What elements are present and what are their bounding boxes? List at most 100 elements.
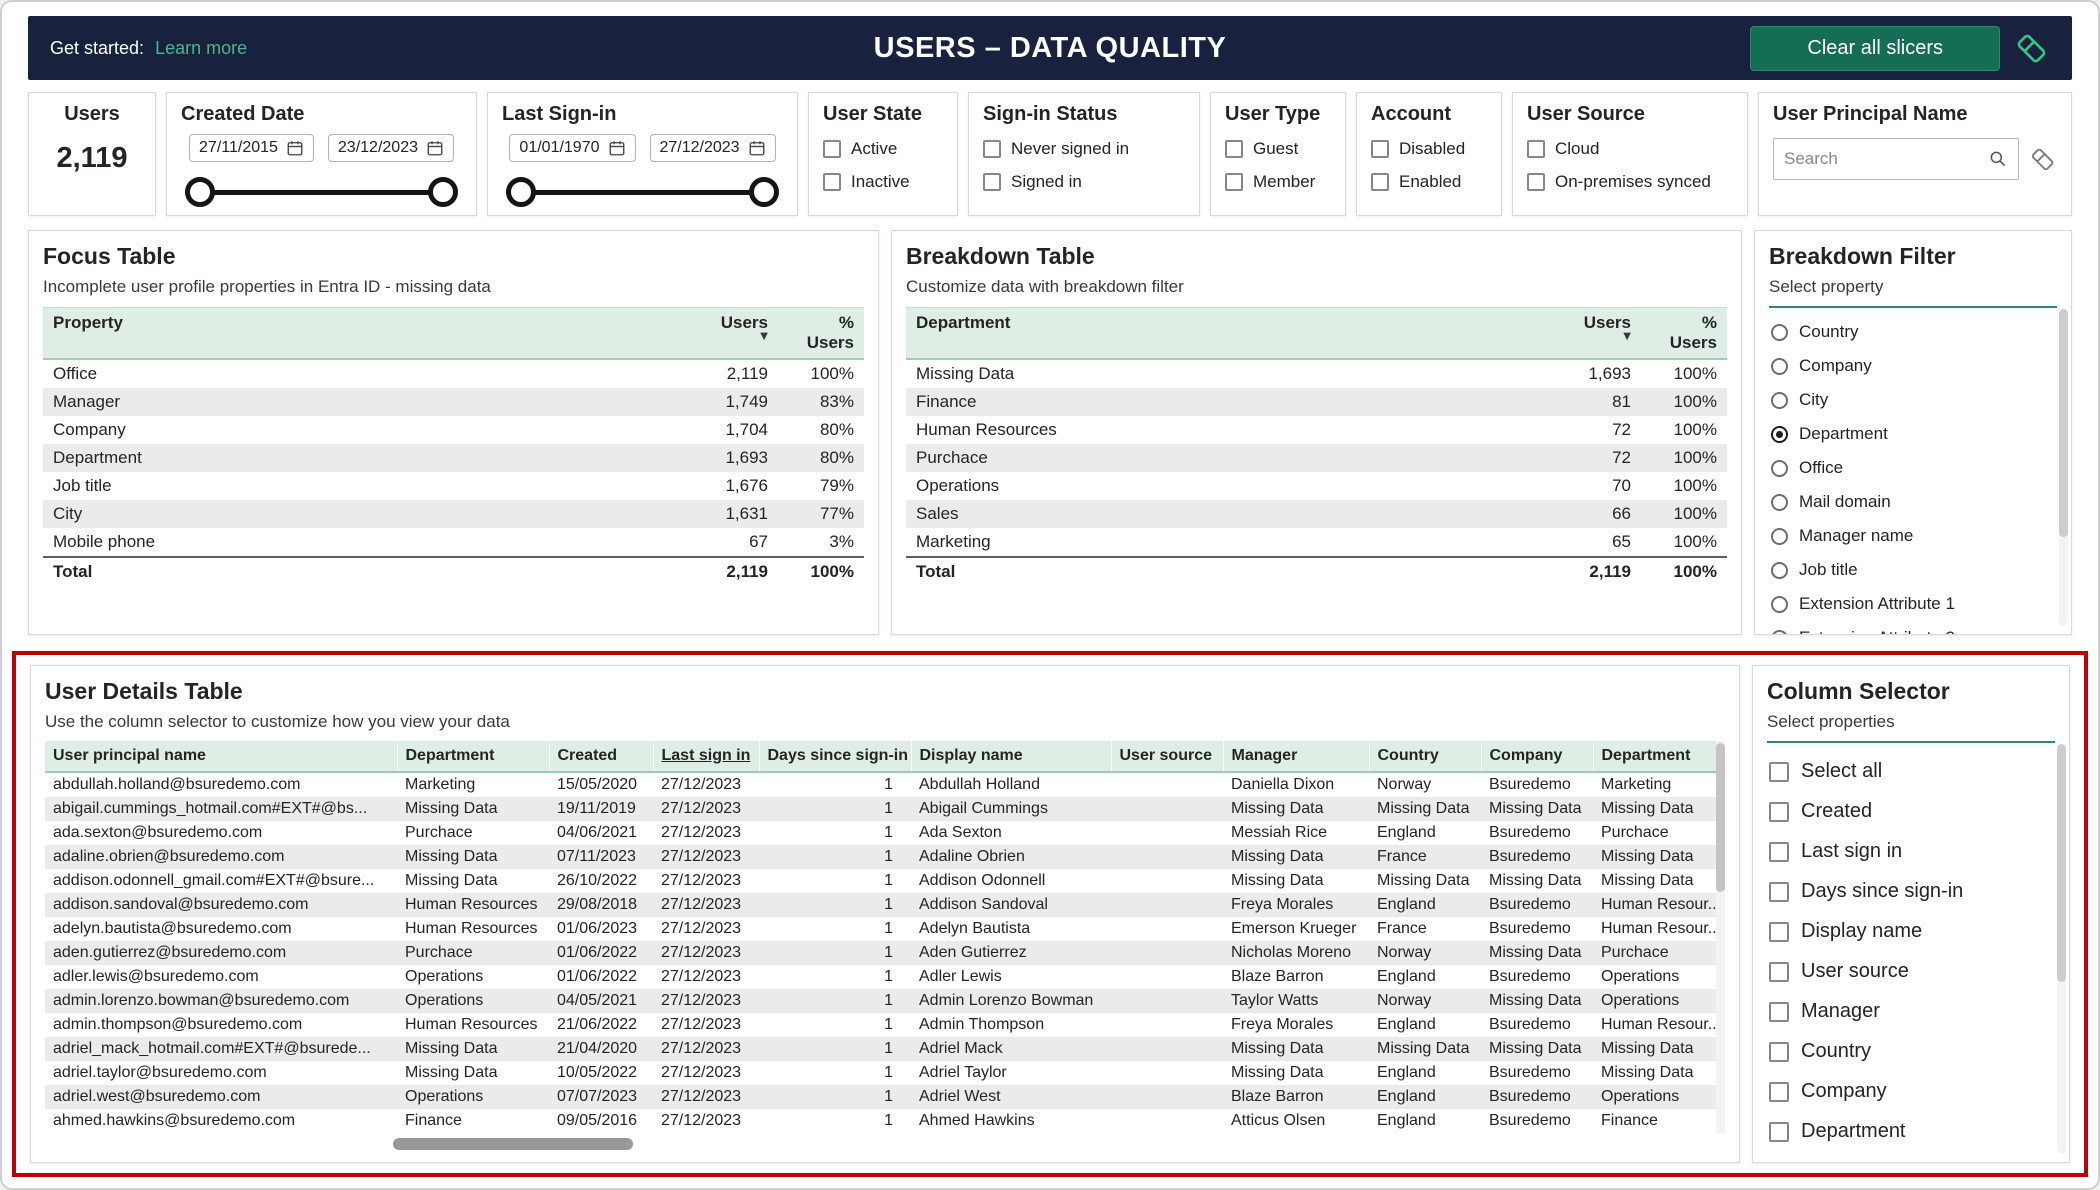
last-signin-start-input[interactable]: 01/01/1970 [509, 134, 635, 162]
checkbox-icon[interactable] [1769, 1002, 1789, 1022]
user-row[interactable]: admin.lorenzo.bowman@bsuredemo.comOperat… [45, 989, 1719, 1013]
slider-handle-start[interactable] [185, 177, 215, 207]
details-header-company-9[interactable]: Company [1481, 741, 1593, 772]
clear-all-slicers-button[interactable]: Clear all slicers [1750, 26, 2000, 71]
checkbox-icon[interactable] [1225, 173, 1243, 191]
column-selector-option-office[interactable]: Office [1767, 1160, 2055, 1163]
user-type-option-guest[interactable]: Guest [1225, 139, 1331, 159]
details-header-country-8[interactable]: Country [1369, 741, 1481, 772]
created-date-end-input[interactable]: 23/12/2023 [328, 134, 454, 162]
checkbox-icon[interactable] [1769, 882, 1789, 902]
breakdown-row[interactable]: Purchace72100% [906, 444, 1727, 472]
breakdown-header-users[interactable]: % Users [1641, 308, 1727, 360]
checkbox-icon[interactable] [823, 140, 841, 158]
radio-icon[interactable] [1771, 528, 1788, 545]
checkbox-icon[interactable] [1769, 1122, 1789, 1142]
details-header-created-2[interactable]: Created [549, 741, 653, 772]
checkbox-icon[interactable] [1769, 962, 1789, 982]
user-row[interactable]: adaline.obrien@bsuredemo.comMissing Data… [45, 845, 1719, 869]
focus-header-users[interactable]: % Users [778, 308, 864, 360]
account-option-disabled[interactable]: Disabled [1371, 139, 1487, 159]
checkbox-icon[interactable] [1769, 1162, 1789, 1164]
column-selector-option-display-name[interactable]: Display name [1767, 920, 2055, 943]
radio-icon[interactable] [1771, 358, 1788, 375]
column-selector-option-country[interactable]: Country [1767, 1040, 2055, 1063]
created-date-range-slider[interactable] [187, 176, 456, 208]
details-header-department-10[interactable]: Department [1593, 741, 1719, 772]
checkbox-icon[interactable] [1769, 842, 1789, 862]
column-selector-option-manager[interactable]: Manager [1767, 1000, 2055, 1023]
breakdown-header-department[interactable]: Department [906, 308, 1545, 360]
focus-row[interactable]: Mobile phone673% [43, 528, 864, 557]
details-header-display-name-5[interactable]: Display name [911, 741, 1111, 772]
breakdown-filter-option-company[interactable]: Company [1769, 356, 2057, 376]
radio-icon[interactable] [1771, 596, 1788, 613]
focus-row[interactable]: Department1,69380% [43, 444, 864, 472]
created-date-start-input[interactable]: 27/11/2015 [189, 134, 314, 162]
user-row[interactable]: abigail.cummings_hotmail.com#EXT#@bs...M… [45, 797, 1719, 821]
radio-icon[interactable] [1771, 426, 1788, 443]
column-selector-option-department[interactable]: Department [1767, 1120, 2055, 1143]
user-row[interactable]: ahmed.hawkins@bsuredemo.comFinance09/05/… [45, 1109, 1719, 1133]
focus-row[interactable]: Manager1,74983% [43, 388, 864, 416]
calendar-icon[interactable] [286, 139, 304, 157]
vertical-scrollbar[interactable] [1716, 741, 1725, 1133]
user-row[interactable]: adriel.west@bsuredemo.comOperations07/07… [45, 1085, 1719, 1109]
calendar-icon[interactable] [608, 139, 626, 157]
column-selector-option-user-source[interactable]: User source [1767, 960, 2055, 983]
user-row[interactable]: addison.odonnell_gmail.com#EXT#@bsure...… [45, 869, 1719, 893]
user-row[interactable]: adler.lewis@bsuredemo.comOperations01/06… [45, 965, 1719, 989]
scrollbar-thumb[interactable] [1716, 743, 1725, 892]
radio-icon[interactable] [1771, 392, 1788, 409]
user-type-option-member[interactable]: Member [1225, 172, 1331, 192]
breakdown-row[interactable]: Missing Data1,693100% [906, 359, 1727, 388]
details-header-user-source-6[interactable]: User source [1111, 741, 1223, 772]
slider-handle-start[interactable] [506, 177, 536, 207]
checkbox-icon[interactable] [823, 173, 841, 191]
radio-icon[interactable] [1771, 324, 1788, 341]
user-row[interactable]: adriel.taylor@bsuredemo.comMissing Data1… [45, 1061, 1719, 1085]
user-row[interactable]: aden.gutierrez@bsuredemo.comPurchace01/0… [45, 941, 1719, 965]
details-header-days-since-sign-in-4[interactable]: Days since sign-in [759, 741, 911, 772]
details-header-last-sign-in-3[interactable]: Last sign in [653, 741, 759, 772]
radio-icon[interactable] [1771, 562, 1788, 579]
user-row[interactable]: ada.sexton@bsuredemo.comPurchace04/06/20… [45, 821, 1719, 845]
slider-handle-end[interactable] [749, 177, 779, 207]
breakdown-filter-option-country[interactable]: Country [1769, 322, 2057, 342]
account-option-enabled[interactable]: Enabled [1371, 172, 1487, 192]
vertical-scrollbar[interactable] [2059, 309, 2068, 626]
checkbox-icon[interactable] [1769, 1082, 1789, 1102]
scrollbar-thumb[interactable] [2059, 309, 2068, 537]
vertical-scrollbar[interactable] [2057, 744, 2066, 1154]
focus-row[interactable]: Company1,70480% [43, 416, 864, 444]
checkbox-icon[interactable] [1769, 1042, 1789, 1062]
user-row[interactable]: admin.thompson@bsuredemo.comHuman Resour… [45, 1013, 1719, 1037]
signin-status-option-never-signed-in[interactable]: Never signed in [983, 139, 1185, 159]
column-selector-option-company[interactable]: Company [1767, 1080, 2055, 1103]
user-state-option-inactive[interactable]: Inactive [823, 172, 943, 192]
column-selector-option-created[interactable]: Created [1767, 800, 2055, 823]
user-row[interactable]: adelyn.bautista@bsuredemo.comHuman Resou… [45, 917, 1719, 941]
user-source-option-cloud[interactable]: Cloud [1527, 139, 1733, 159]
focus-row[interactable]: Job title1,67679% [43, 472, 864, 500]
breakdown-filter-option-manager-name[interactable]: Manager name [1769, 526, 2057, 546]
slider-handle-end[interactable] [428, 177, 458, 207]
checkbox-icon[interactable] [1769, 802, 1789, 822]
checkbox-icon[interactable] [1225, 140, 1243, 158]
eraser-icon[interactable] [2014, 30, 2050, 66]
radio-icon[interactable] [1771, 630, 1788, 636]
user-source-option-on-premises-synced[interactable]: On-premises synced [1527, 172, 1733, 192]
breakdown-filter-option-mail-domain[interactable]: Mail domain [1769, 492, 2057, 512]
breakdown-row[interactable]: Finance81100% [906, 388, 1727, 416]
calendar-icon[interactable] [426, 139, 444, 157]
scrollbar-thumb[interactable] [2057, 744, 2066, 982]
checkbox-icon[interactable] [1769, 922, 1789, 942]
breakdown-row[interactable]: Human Resources72100% [906, 416, 1727, 444]
breakdown-filter-option-extension-attribute-1[interactable]: Extension Attribute 1 [1769, 594, 2057, 614]
radio-icon[interactable] [1771, 460, 1788, 477]
learn-more-link[interactable]: Learn more [155, 38, 247, 58]
checkbox-icon[interactable] [1527, 140, 1545, 158]
focus-row[interactable]: City1,63177% [43, 500, 864, 528]
breakdown-filter-option-city[interactable]: City [1769, 390, 2057, 410]
details-header-manager-7[interactable]: Manager [1223, 741, 1369, 772]
